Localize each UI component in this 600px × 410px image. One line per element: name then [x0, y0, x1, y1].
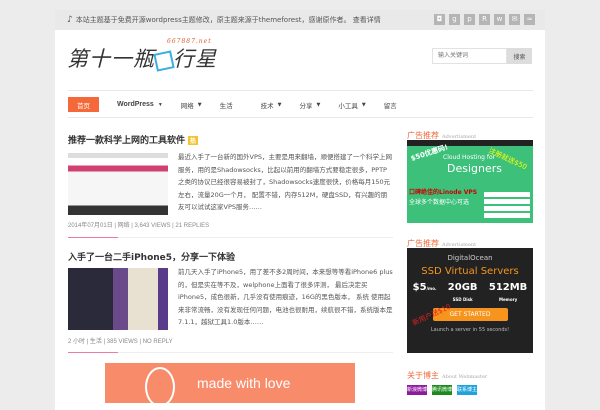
post-excerpt: 前几天入手了iPhone5，用了差不多2周时间，本来想等等看iPhone6 pl… — [178, 268, 393, 326]
nav-label: 分享 — [299, 101, 313, 110]
post-divider — [68, 237, 393, 238]
ad-footer: Launch a server in 55 seconds! — [430, 327, 510, 333]
ad-disk: 20GB SSD Disk — [447, 282, 478, 302]
nav-label: 留言 — [383, 101, 397, 110]
ad-line: 口碑绝佳的Linode VPS — [409, 189, 478, 196]
music-note-icon: ♪ — [67, 15, 73, 25]
logo-box-icon — [153, 49, 175, 72]
google-plus-icon[interactable]: g — [449, 14, 460, 25]
rss-icon[interactable]: ≈ — [524, 14, 535, 25]
nav-item-guestbook[interactable]: 留言 — [384, 100, 397, 110]
ad-title: SSD Virtual Servers — [421, 266, 519, 277]
post-divider — [68, 352, 393, 353]
divider — [68, 90, 533, 91]
nav-item-tools[interactable]: 小工具 ▼ — [338, 100, 365, 110]
post-thumbnail[interactable] — [68, 153, 168, 215]
post-title[interactable]: 入手了一台二手iPhone5，分享一下体验 — [68, 250, 393, 263]
post-meta: 2014年07月01日 | 网络 | 3,643 VIEWS | 21 REPL… — [68, 223, 210, 229]
logo-domain: 667887.net — [167, 38, 212, 45]
caret-down-icon: ▼ — [277, 101, 282, 108]
main-nav: 首页 WordPress ▼ 网络 ▼ 生活 技术 ▼ 分享 ▼ 小工具 ▼ 留言 — [68, 97, 415, 112]
post-meta: 2 小时 | 生活 | 385 VIEWS | NO REPLY — [68, 339, 173, 345]
post-item: 入手了一台二手iPhone5，分享一下体验 前几天入手了iPhone5，用了差不… — [68, 250, 393, 353]
weibo-link[interactable]: 新浪微博 — [407, 385, 427, 395]
weibo-icon[interactable]: w — [494, 14, 505, 25]
ad-big: Designers — [447, 162, 502, 175]
ad-price: $5/mo. — [412, 282, 437, 293]
digitalocean-ad[interactable]: DigitalOcean SSD Virtual Servers $5/mo. … — [407, 248, 533, 353]
acorn-icon — [145, 367, 175, 407]
post-excerpt: 最近入手了一台新的国外VPS，主要是用来翻墙，顺便搭建了一个科学上网服务，用的是… — [178, 153, 392, 211]
nav-item-tech[interactable]: 技术 ▼ — [261, 100, 282, 110]
ad-line: 全球多个数据中心可选 — [409, 199, 470, 206]
search-form: 搜索 — [432, 48, 532, 64]
nav-label: 首页 — [77, 101, 90, 110]
logo-text-2: 行星 — [173, 47, 217, 71]
post-thumbnail[interactable] — [68, 268, 168, 330]
renren-icon[interactable]: R — [479, 14, 490, 25]
hot-badge: 热 — [188, 136, 199, 145]
heading-text: 广告推荐 — [407, 239, 439, 248]
tencent-weibo-link[interactable]: 腾讯微博 — [432, 385, 452, 395]
caret-down-icon: ▼ — [157, 101, 163, 108]
site-notice[interactable]: 本站主题基于免费开源wordpress主题修改，原主题来源于themefores… — [76, 16, 381, 24]
mail-icon[interactable]: ✉ — [509, 14, 520, 25]
top-bar: ♪ 本站主题基于免费开源wordpress主题修改，原主题来源于themefore… — [55, 10, 545, 30]
ad-brand: DigitalOcean — [447, 254, 493, 262]
post-title[interactable]: 推荐一款科学上网的工具软件热 — [68, 133, 393, 146]
made-with-love-banner[interactable]: made with love — [105, 363, 355, 407]
sidebar-ad-digitalocean: 广告推荐 Advertisment DigitalOcean SSD Virtua… — [407, 238, 533, 353]
heading-en: About Webmaster — [442, 374, 488, 380]
nav-label: 小工具 — [338, 101, 358, 110]
heading-text: 关于博主 — [407, 371, 439, 380]
nav-item-network[interactable]: 网络 ▼ — [181, 100, 202, 110]
nav-item-life[interactable]: 生活 — [220, 100, 233, 110]
nav-label: 网络 — [180, 101, 194, 110]
search-input[interactable] — [432, 48, 507, 64]
nav-label: 技术 — [260, 101, 274, 110]
sidebar-heading: 关于博主 About Webmaster — [407, 370, 533, 381]
search-button[interactable]: 搜索 — [507, 48, 532, 64]
instagram-icon[interactable]: ◘ — [434, 14, 445, 25]
about-links: 新浪微博 腾讯微博 联系博主 — [407, 385, 533, 395]
ad-mem: 512MB Memory — [488, 282, 528, 302]
pinterest-icon[interactable]: p — [464, 14, 475, 25]
nav-item-share[interactable]: 分享 ▼ — [300, 100, 321, 110]
logo-text: 第十一瓶 — [67, 47, 155, 71]
sidebar-about: 关于博主 About Webmaster 新浪微博 腾讯微博 联系博主 — [407, 370, 533, 395]
nav-label: WordPress — [117, 101, 154, 108]
social-icons: ◘ g p R w ✉ ≈ — [434, 14, 535, 25]
heading-text: 广告推荐 — [407, 131, 439, 140]
nav-item-wordpress[interactable]: WordPress ▼ — [117, 101, 163, 108]
sidebar-ad-linode: 广告推荐 Advertisment $50优惠码! Cloud Hosting f… — [407, 130, 533, 223]
nav-label: 生活 — [219, 101, 233, 110]
post-title-text: 推荐一款科学上网的工具软件 — [68, 136, 186, 146]
page-container: ♪ 本站主题基于免费开源wordpress主题修改，原主题来源于themefore… — [55, 10, 545, 410]
divider — [68, 117, 533, 118]
caret-down-icon: ▼ — [197, 101, 202, 108]
caret-down-icon: ▼ — [316, 101, 321, 108]
contact-link[interactable]: 联系博主 — [457, 385, 477, 395]
banner-text: made with love — [197, 375, 291, 391]
site-logo[interactable]: 第十一瓶 行星 667887.net — [67, 38, 217, 73]
linode-ad[interactable]: $50优惠码! Cloud Hosting for Designers 注册就送… — [407, 140, 533, 223]
caret-down-icon: ▼ — [361, 101, 366, 108]
post-item: 推荐一款科学上网的工具软件热 最近入手了一台新的国外VPS，主要是用来翻墙，顺便… — [68, 133, 393, 238]
nav-item-home[interactable]: 首页 — [68, 97, 99, 112]
